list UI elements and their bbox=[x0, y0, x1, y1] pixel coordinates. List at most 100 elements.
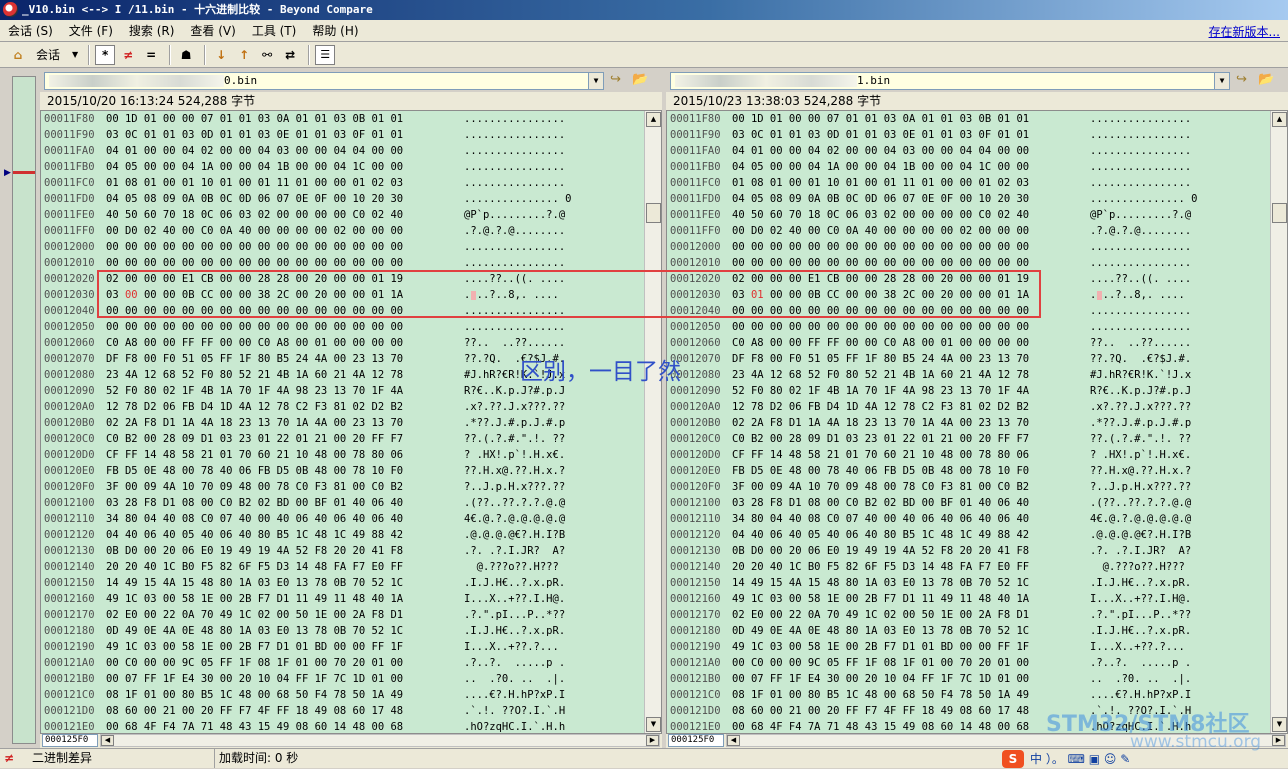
hex-row[interactable]: 00011FE0 40 50 60 70 18 0C 06 03 02 00 00… bbox=[41, 207, 645, 223]
chevron-down-icon[interactable]: ▼ bbox=[1214, 73, 1229, 89]
hex-row[interactable]: 000120F0 3F 00 09 4A 10 70 09 48 00 78 C0… bbox=[667, 479, 1271, 495]
hex-row[interactable]: 00012180 0D 49 0E 4A 0E 48 80 1A 03 E0 13… bbox=[667, 623, 1271, 639]
hex-row[interactable]: 00012030 03 00 00 00 0B CC 00 00 38 2C 00… bbox=[41, 287, 645, 303]
hex-row[interactable]: 00012190 49 1C 03 00 58 1E 00 2B F7 D1 01… bbox=[41, 639, 645, 655]
hex-row[interactable]: 00011FE0 40 50 60 70 18 0C 06 03 02 00 00… bbox=[667, 207, 1271, 223]
refresh-arrow-icon[interactable]: ↪ bbox=[1236, 72, 1247, 87]
menu-search[interactable]: 搜索 (R) bbox=[121, 21, 183, 41]
hex-row[interactable]: 00012010 00 00 00 00 00 00 00 00 00 00 00… bbox=[41, 255, 645, 271]
hex-row[interactable]: 000121B0 00 07 FF 1F E4 30 00 20 10 04 FF… bbox=[41, 671, 645, 687]
hex-row[interactable]: 000120C0 C0 B2 00 28 09 D1 03 23 01 22 01… bbox=[41, 431, 645, 447]
hex-row[interactable]: 00012050 00 00 00 00 00 00 00 00 00 00 00… bbox=[41, 319, 645, 335]
hex-row[interactable]: 000120B0 02 2A F8 D1 1A 4A 18 23 13 70 1A… bbox=[41, 415, 645, 431]
left-path-input[interactable]: 0.bin ▼ bbox=[44, 72, 604, 90]
hex-row[interactable]: 000121C0 08 1F 01 00 80 B5 1C 48 00 68 50… bbox=[667, 687, 1271, 703]
session-dropdown[interactable]: 会话 ▼ bbox=[31, 45, 83, 65]
menu-view[interactable]: 查看 (V) bbox=[182, 21, 243, 41]
hex-row[interactable]: 00011FF0 00 D0 02 40 00 C0 0A 40 00 00 00… bbox=[41, 223, 645, 239]
menu-session[interactable]: 会话 (S) bbox=[0, 21, 61, 41]
left-hex-view[interactable]: 00011F80 00 1D 01 00 00 07 01 01 03 0A 01… bbox=[40, 110, 662, 734]
hex-row[interactable]: 000120D0 CF FF 14 48 58 21 01 70 60 21 10… bbox=[667, 447, 1271, 463]
hex-row[interactable]: 00012110 34 80 04 40 08 C0 07 40 00 40 06… bbox=[667, 511, 1271, 527]
hex-row[interactable]: 00011F90 03 0C 01 01 03 0D 01 01 03 0E 01… bbox=[667, 127, 1271, 143]
hex-row[interactable]: 000120B0 02 2A F8 D1 1A 4A 18 23 13 70 1A… bbox=[667, 415, 1271, 431]
scroll-down-icon[interactable]: ▼ bbox=[1272, 717, 1287, 732]
scroll-left-icon[interactable]: ◀ bbox=[101, 735, 114, 746]
hex-row[interactable]: 00012160 49 1C 03 00 58 1E 00 2B F7 D1 11… bbox=[667, 591, 1271, 607]
hex-row[interactable]: 000120A0 12 78 D2 06 FB D4 1D 4A 12 78 C2… bbox=[667, 399, 1271, 415]
hex-row[interactable]: 000120E0 FB D5 0E 48 00 78 40 06 FB D5 0B… bbox=[667, 463, 1271, 479]
scroll-down-icon[interactable]: ▼ bbox=[646, 717, 661, 732]
hex-row[interactable]: 00011FC0 01 08 01 00 01 10 01 00 01 11 01… bbox=[667, 175, 1271, 191]
hex-row[interactable]: 00012030 03 01 00 00 0B CC 00 00 38 2C 00… bbox=[667, 287, 1271, 303]
scroll-thumb[interactable] bbox=[1272, 203, 1287, 223]
left-position-field[interactable]: 000125F0 bbox=[42, 734, 98, 747]
hex-row[interactable]: 00012130 0B D0 00 20 06 E0 19 49 19 4A 52… bbox=[667, 543, 1271, 559]
open-folder-icon[interactable]: 📂 bbox=[632, 72, 648, 87]
hex-row[interactable]: 00011FD0 04 05 08 09 0A 0B 0C 0D 06 07 0E… bbox=[41, 191, 645, 207]
ime-toolbar[interactable]: S 中 ）。 ⌨ ▣ ☺ ✎ bbox=[1002, 750, 1130, 768]
scroll-right-icon[interactable]: ▶ bbox=[646, 735, 659, 746]
hex-row[interactable]: 00011FA0 04 01 00 00 04 02 00 00 04 03 00… bbox=[667, 143, 1271, 159]
hex-row[interactable]: 00012040 00 00 00 00 00 00 00 00 00 00 00… bbox=[667, 303, 1271, 319]
left-vertical-scrollbar[interactable]: ▲ ▼ bbox=[644, 111, 661, 733]
scroll-right-icon[interactable]: ▶ bbox=[1272, 735, 1285, 746]
hex-row[interactable]: 00012060 C0 A8 00 00 FF FF 00 00 C0 A8 00… bbox=[667, 335, 1271, 351]
hex-row[interactable]: 00012160 49 1C 03 00 58 1E 00 2B F7 D1 11… bbox=[41, 591, 645, 607]
hex-row[interactable]: 00012150 14 49 15 4A 15 48 80 1A 03 E0 13… bbox=[41, 575, 645, 591]
new-version-link[interactable]: 存在新版本... bbox=[1209, 23, 1280, 40]
right-hex-view[interactable]: 00011F80 00 1D 01 00 00 07 01 01 03 0A 01… bbox=[666, 110, 1288, 734]
swap-icon[interactable]: ⇄ bbox=[280, 45, 300, 65]
hex-row[interactable]: 000121D0 08 60 00 21 00 20 FF F7 4F FF 18… bbox=[41, 703, 645, 719]
ime-status-icons[interactable]: 中 ）。 ⌨ ▣ ☺ ✎ bbox=[1030, 750, 1130, 769]
right-path-input[interactable]: 1.bin ▼ bbox=[670, 72, 1230, 90]
hex-row[interactable]: 000120F0 3F 00 09 4A 10 70 09 48 00 78 C0… bbox=[41, 479, 645, 495]
refresh-arrow-icon[interactable]: ↪ bbox=[610, 72, 621, 87]
show-all-button[interactable]: * bbox=[95, 44, 116, 65]
hex-row[interactable]: 00011FB0 04 05 00 00 04 1A 00 00 04 1B 00… bbox=[41, 159, 645, 175]
hex-row[interactable]: 000120C0 C0 B2 00 28 09 D1 03 23 01 22 01… bbox=[667, 431, 1271, 447]
menu-file[interactable]: 文件 (F) bbox=[61, 21, 121, 41]
show-same-button[interactable]: = bbox=[141, 45, 161, 65]
scroll-up-icon[interactable]: ▲ bbox=[646, 112, 661, 127]
previous-difference-arrow-icon[interactable]: ↑ bbox=[234, 45, 254, 65]
hex-row[interactable]: 00012010 00 00 00 00 00 00 00 00 00 00 00… bbox=[667, 255, 1271, 271]
hex-row[interactable]: 00012170 02 E0 00 22 0A 70 49 1C 02 00 50… bbox=[667, 607, 1271, 623]
hex-row[interactable]: 00012180 0D 49 0E 4A 0E 48 80 1A 03 E0 13… bbox=[41, 623, 645, 639]
difference-overview-bar[interactable] bbox=[12, 76, 36, 744]
hex-row[interactable]: 00012090 52 F0 80 02 1F 4B 1A 70 1F 4A 98… bbox=[667, 383, 1271, 399]
right-vertical-scrollbar[interactable]: ▲ ▼ bbox=[1270, 111, 1287, 733]
left-horizontal-scrollbar[interactable]: ◀ ▶ bbox=[100, 734, 660, 747]
hex-row[interactable]: 000120A0 12 78 D2 06 FB D4 1D 4A 12 78 C2… bbox=[41, 399, 645, 415]
hex-row[interactable]: 00011FA0 04 01 00 00 04 02 00 00 04 03 00… bbox=[41, 143, 645, 159]
next-difference-arrow-icon[interactable]: ↓ bbox=[211, 45, 231, 65]
hex-row[interactable]: 00012130 0B D0 00 20 06 E0 19 49 19 4A 52… bbox=[41, 543, 645, 559]
menu-help[interactable]: 帮助 (H) bbox=[304, 21, 366, 41]
chevron-down-icon[interactable]: ▼ bbox=[588, 73, 603, 89]
hex-row[interactable]: 000120E0 FB D5 0E 48 00 78 40 06 FB D5 0B… bbox=[41, 463, 645, 479]
hex-row[interactable]: 000121A0 00 C0 00 00 9C 05 FF 1F 08 1F 01… bbox=[667, 655, 1271, 671]
hex-row[interactable]: 00012120 04 40 06 40 05 40 06 40 80 B5 1C… bbox=[41, 527, 645, 543]
hex-row[interactable]: 00012120 04 40 06 40 05 40 06 40 80 B5 1C… bbox=[667, 527, 1271, 543]
hex-row[interactable]: 000121A0 00 C0 00 00 9C 05 FF 1F 08 1F 01… bbox=[41, 655, 645, 671]
hex-row[interactable]: 00012140 20 20 40 1C B0 F5 82 6F F5 D3 14… bbox=[41, 559, 645, 575]
beyond-compare-app-icon[interactable] bbox=[3, 2, 18, 17]
hex-row[interactable]: 000121B0 00 07 FF 1F E4 30 00 20 10 04 FF… bbox=[667, 671, 1271, 687]
scroll-up-icon[interactable]: ▲ bbox=[1272, 112, 1287, 127]
hex-row[interactable]: 00012060 C0 A8 00 00 FF FF 00 00 C0 A8 00… bbox=[41, 335, 645, 351]
show-differences-button[interactable]: ≠ bbox=[118, 45, 138, 65]
menu-tools[interactable]: 工具 (T) bbox=[244, 21, 305, 41]
scroll-left-icon[interactable]: ◀ bbox=[727, 735, 740, 746]
hex-row[interactable]: 00011F80 00 1D 01 00 00 07 01 01 03 0A 01… bbox=[41, 111, 645, 127]
person-icon[interactable]: ☗ bbox=[176, 45, 196, 65]
hex-row[interactable]: 00012150 14 49 15 4A 15 48 80 1A 03 E0 13… bbox=[667, 575, 1271, 591]
hex-row[interactable]: 000121E0 00 68 4F F4 7A 71 48 43 15 49 08… bbox=[41, 719, 645, 733]
hex-row[interactable]: 00011FC0 01 08 01 00 01 10 01 00 01 11 01… bbox=[41, 175, 645, 191]
hex-row[interactable]: 00012070 DF F8 00 F0 51 05 FF 1F 80 B5 24… bbox=[667, 351, 1271, 367]
hex-row[interactable]: 00012140 20 20 40 1C B0 F5 82 6F F5 D3 14… bbox=[667, 559, 1271, 575]
hex-row[interactable]: 00011FD0 04 05 08 09 0A 0B 0C 0D 06 07 0E… bbox=[667, 191, 1271, 207]
hex-row[interactable]: 00012170 02 E0 00 22 0A 70 49 1C 02 00 50… bbox=[41, 607, 645, 623]
hex-row[interactable]: 00011FF0 00 D0 02 40 00 C0 0A 40 00 00 00… bbox=[667, 223, 1271, 239]
hex-row[interactable]: 00012110 34 80 04 40 08 C0 07 40 00 40 06… bbox=[41, 511, 645, 527]
binoculars-icon[interactable]: ⚯ bbox=[257, 45, 277, 65]
